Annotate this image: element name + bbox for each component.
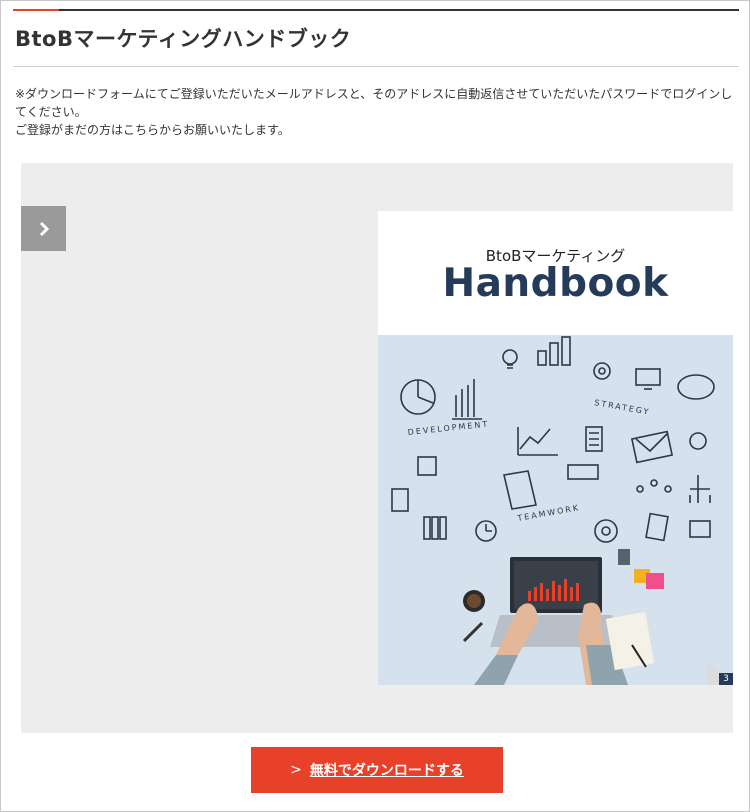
- page-number: 3: [719, 673, 733, 685]
- page-number-corner: 3: [707, 663, 733, 685]
- chevron-right-icon: >: [290, 762, 302, 778]
- title-divider: [13, 66, 739, 67]
- document-viewer: BtoBマーケティング Handbook DEVELOPMENT STRATEG…: [21, 163, 733, 733]
- page-title: BtoBマーケティングハンドブック: [15, 27, 352, 51]
- cover-title: Handbook: [442, 261, 669, 306]
- free-download-button[interactable]: > 無料でダウンロードする: [251, 747, 503, 793]
- handbook-cover-page: BtoBマーケティング Handbook DEVELOPMENT STRATEG…: [378, 211, 733, 685]
- title-top-border: [13, 9, 739, 11]
- handbook-panel: BtoBマーケティングハンドブック ※ダウンロードフォームにてご登録いただいたメ…: [0, 0, 750, 812]
- business-doodle-illustration: DEVELOPMENT STRATEGY TEAMWORK: [378, 335, 733, 685]
- chevron-right-icon: [39, 221, 49, 236]
- download-label: 無料でダウンロードする: [309, 763, 464, 779]
- next-page-button[interactable]: [21, 206, 66, 251]
- notice-line-1: ※ダウンロードフォームにてご登録いただいたメールアドレスと、そのアドレスに自動返…: [15, 87, 733, 119]
- title-accent-bar: [13, 9, 59, 11]
- notice-line-2: ご登録がまだの方はこちらからお願いいたします。: [15, 123, 290, 137]
- login-notice: ※ダウンロードフォームにてご登録いただいたメールアドレスと、そのアドレスに自動返…: [15, 85, 739, 139]
